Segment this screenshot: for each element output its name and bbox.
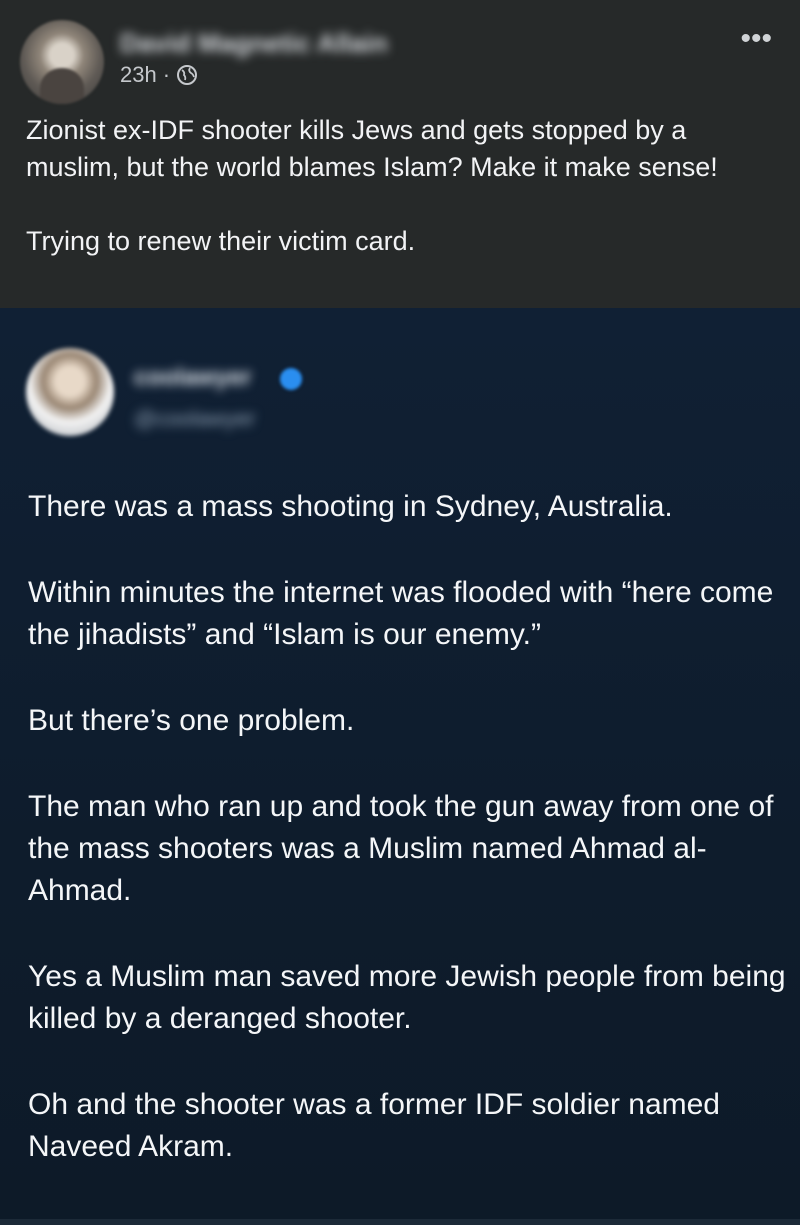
author-avatar[interactable] bbox=[20, 20, 104, 104]
post-text: Zionist ex-IDF shooter kills Jews and ge… bbox=[26, 112, 786, 260]
tweet-paragraph: Yes a Muslim man saved more Jewish peopl… bbox=[28, 960, 786, 1035]
bottom-divider bbox=[0, 1219, 800, 1225]
post-text-line: Zionist ex-IDF shooter kills Jews and ge… bbox=[26, 115, 718, 182]
facebook-post: David Magnetic Allain 23h · ••• Zionist … bbox=[0, 0, 800, 308]
more-options-icon[interactable]: ••• bbox=[740, 24, 772, 54]
tweet-paragraph: Within minutes the internet was flooded … bbox=[28, 576, 774, 651]
verified-badge-icon bbox=[280, 368, 302, 390]
tweet-author-avatar bbox=[26, 348, 114, 436]
tweet-author-name: coolawyer bbox=[134, 364, 252, 391]
meta-separator: · bbox=[162, 62, 171, 87]
tweet-paragraph: But there’s one problem. bbox=[28, 704, 355, 737]
post-meta: 23h · bbox=[120, 62, 198, 88]
tweet-paragraph: Oh and the shooter was a former IDF sold… bbox=[28, 1088, 720, 1163]
tweet-paragraph: There was a mass shooting in Sydney, Aus… bbox=[28, 490, 673, 523]
tweet-paragraph: The man who ran up and took the gun away… bbox=[28, 790, 774, 907]
tweet-author-handle: @coolawyer bbox=[134, 406, 256, 431]
post-time[interactable]: 23h bbox=[120, 62, 157, 88]
shared-tweet-image[interactable]: coolawyer @coolawyer There was a mass sh… bbox=[0, 308, 800, 1225]
tweet-text: There was a mass shooting in Sydney, Aus… bbox=[28, 486, 788, 1212]
globe-icon bbox=[176, 64, 198, 86]
author-name[interactable]: David Magnetic Allain bbox=[120, 28, 388, 59]
post-text-line: Trying to renew their victim card. bbox=[26, 226, 416, 256]
